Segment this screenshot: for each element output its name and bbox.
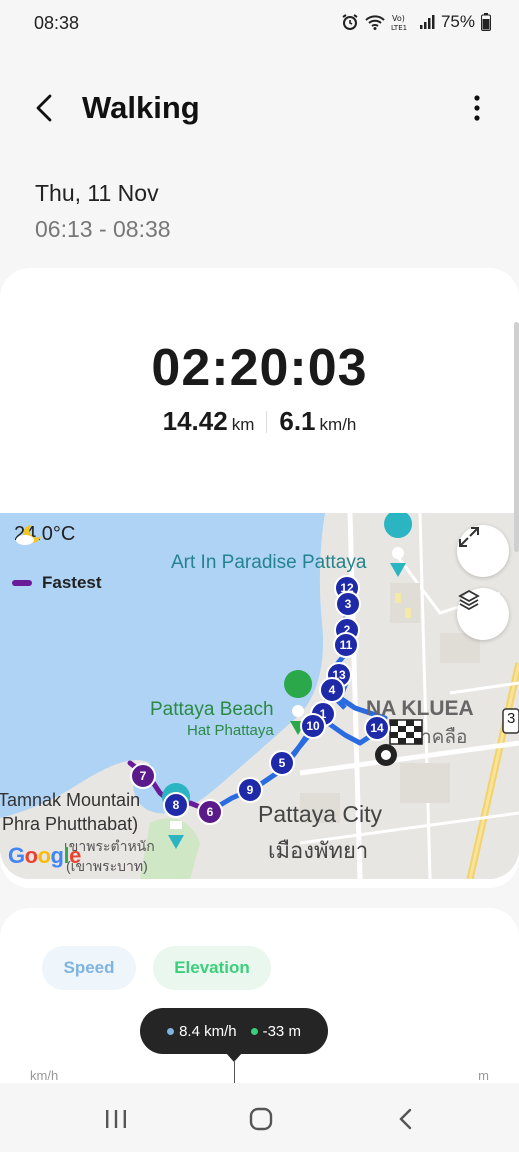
system-nav-bar <box>0 1083 519 1152</box>
tooltip-elevation-value: -33 m <box>262 1022 301 1040</box>
status-bar: 08:38 Vo) LTE1 75% <box>0 0 519 48</box>
route-marker-label: 9 <box>247 783 254 797</box>
place-na-kluea: NA KLUEA <box>366 697 474 720</box>
layers-icon <box>458 589 480 611</box>
page-title: Walking <box>82 90 200 125</box>
status-icons: Vo) LTE1 75% <box>341 12 491 32</box>
place-tamnak-mountain: Tamnak Mountain <box>0 790 141 810</box>
summary-stats: 14.42 km 6.1 km/h <box>0 406 519 437</box>
place-hat-phattaya: Hat Phattaya <box>187 722 274 739</box>
partly-cloudy-night-icon <box>16 525 41 545</box>
signal-icon <box>419 15 435 29</box>
legend-swatch <box>12 580 32 586</box>
app-header: Walking <box>0 80 519 136</box>
distance-value: 14.42 <box>162 406 228 436</box>
alarm-icon <box>342 14 358 30</box>
status-time: 08:38 <box>34 13 80 33</box>
layers-button[interactable] <box>457 588 509 640</box>
place-na-kluea-thai: าคลือ <box>421 727 468 748</box>
home-icon[interactable] <box>241 1103 281 1135</box>
svg-text:LTE1: LTE1 <box>391 24 407 31</box>
battery-percent: 75% <box>440 12 475 31</box>
wifi-icon <box>365 15 385 30</box>
route-marker-label: 3 <box>345 597 352 611</box>
place-pattaya-city-thai: เมืองพัทยา <box>268 838 369 863</box>
route-marker-label: 11 <box>340 638 353 652</box>
back-arrow-icon[interactable] <box>28 90 62 126</box>
speed-unit: km/h <box>319 415 357 434</box>
map-legend: Fastest <box>12 573 102 593</box>
distance-unit: km <box>231 415 255 434</box>
distance-stat: 14.42 km <box>163 406 255 437</box>
tab-speed[interactable]: Speed <box>42 946 136 990</box>
volte-icon: Vo)LTE1 <box>391 14 407 31</box>
chart-cursor[interactable] <box>234 1060 235 1084</box>
chart-card: Speed Elevation 8.4 km/h -33 m km/h m <box>0 908 519 1084</box>
road-number: 3 <box>507 710 516 727</box>
route-marker-label: 8 <box>173 798 180 812</box>
expand-icon <box>459 527 479 547</box>
speed-value: 6.1 <box>279 406 316 436</box>
left-axis-unit: km/h <box>30 1068 59 1083</box>
route-marker-label: 7 <box>140 769 147 783</box>
legend-label: Fastest <box>42 573 102 592</box>
speed-stat: 6.1 km/h <box>279 406 356 437</box>
route-marker-label: 5 <box>279 756 286 770</box>
summary-card: 02:20:03 14.42 km 6.1 km/h 12 3 2 11 13 … <box>0 268 519 888</box>
expand-map-button[interactable] <box>457 525 509 577</box>
route-marker-label: 14 <box>370 721 384 735</box>
place-art-in-paradise: Art In Paradise Pattaya <box>171 552 367 573</box>
duration: 02:20:03 <box>151 339 368 397</box>
route-marker-label: 10 <box>306 719 320 733</box>
nav-back-icon[interactable] <box>386 1103 426 1135</box>
battery-icon <box>481 13 491 31</box>
more-vert-icon[interactable] <box>465 92 489 124</box>
route-marker-label: 4 <box>329 683 336 697</box>
chart-tooltip: 8.4 km/h -33 m <box>140 1008 328 1054</box>
route-marker-label: 6 <box>207 805 214 819</box>
tooltip-speed: 8.4 km/h <box>167 1023 237 1040</box>
tooltip-elevation: -33 m <box>250 1022 301 1040</box>
session-date: Thu, 11 Nov <box>35 180 159 206</box>
recents-icon[interactable] <box>96 1103 136 1135</box>
tab-elevation[interactable]: Elevation <box>153 946 271 990</box>
google-logo: Google <box>8 843 81 868</box>
place-pattaya-beach: Pattaya Beach <box>150 699 274 720</box>
place-pattaya-city: Pattaya City <box>258 801 382 827</box>
stat-divider <box>266 410 268 433</box>
svg-text:Vo): Vo) <box>392 14 405 23</box>
session-time-range: 06:13 - 08:38 <box>35 216 171 242</box>
weather-overlay: 24.0°C <box>14 523 75 546</box>
route-map[interactable]: 12 3 2 11 13 4 1 10 14 5 9 6 8 7 Art In … <box>0 513 519 879</box>
right-axis-unit: m <box>478 1068 489 1083</box>
tooltip-speed-value: 8.4 km/h <box>179 1022 237 1040</box>
place-phra-phutthabat: Phra Phutthabat) <box>2 814 139 834</box>
scrollbar[interactable] <box>514 322 519 552</box>
